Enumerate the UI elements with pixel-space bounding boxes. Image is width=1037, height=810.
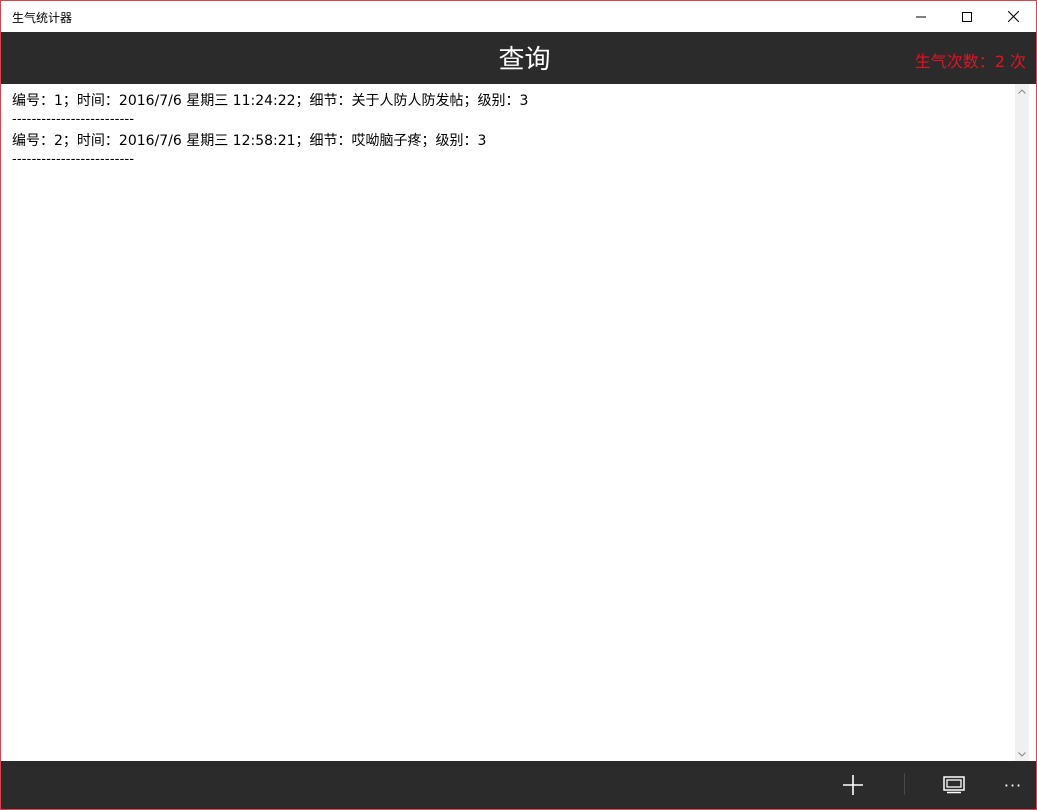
scroll-down-button[interactable] xyxy=(1015,748,1029,760)
record-separator: ------------------------- xyxy=(12,152,135,167)
close-icon xyxy=(1007,11,1019,22)
maximize-icon xyxy=(962,11,972,22)
record-item: 编号：2；时间：2016/7/6 星期三 12:58:21；细节：哎呦脑子疼；级… xyxy=(12,133,487,149)
record-separator: ------------------------- xyxy=(12,112,135,127)
maximize-button[interactable] xyxy=(944,1,990,32)
app-window: 生气统计器 查询 生气次数：2 次 编号：1；时间：2016/7/6 星期三 1… xyxy=(0,0,1037,810)
scroll-up-button[interactable] xyxy=(1015,85,1029,97)
record-item: 编号：1；时间：2016/7/6 星期三 11:24:22；细节：关于人防人防发… xyxy=(12,93,529,109)
title-bar[interactable]: 生气统计器 xyxy=(1,1,1036,32)
command-bar: ··· xyxy=(1,761,1036,809)
chevron-up-icon xyxy=(1018,88,1026,94)
minimize-icon xyxy=(916,16,926,17)
page-header: 查询 生气次数：2 次 xyxy=(1,32,1036,84)
window-title: 生气统计器 xyxy=(12,11,73,25)
display-button[interactable] xyxy=(930,761,978,809)
command-bar-divider xyxy=(904,773,905,795)
display-icon xyxy=(943,776,965,794)
more-icon: ··· xyxy=(1003,775,1023,795)
add-button[interactable] xyxy=(829,761,877,809)
close-button[interactable] xyxy=(990,1,1036,32)
vertical-scrollbar[interactable] xyxy=(1015,84,1029,761)
page-title: 查询 xyxy=(498,45,551,75)
more-button[interactable]: ··· xyxy=(989,761,1036,809)
minimize-button[interactable] xyxy=(898,1,944,32)
chevron-down-icon xyxy=(1018,751,1026,757)
add-icon xyxy=(843,775,863,795)
anger-count-label: 生气次数：2 次 xyxy=(914,52,1026,71)
records-list[interactable]: 编号：1；时间：2016/7/6 星期三 11:24:22；细节：关于人防人防发… xyxy=(1,84,1014,761)
